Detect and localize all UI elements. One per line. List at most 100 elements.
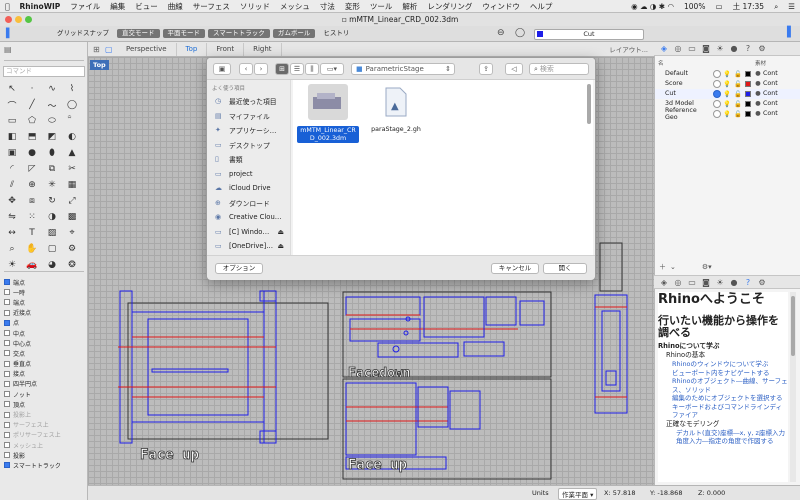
menu-render[interactable]: レンダリング <box>422 0 477 13</box>
lock-icon[interactable]: 🔓 <box>733 110 743 118</box>
layer-material-icon[interactable]: ● <box>753 110 763 117</box>
materials-tab-icon[interactable]: ● <box>727 44 741 53</box>
toggle-planar[interactable]: 平面モード <box>162 29 205 38</box>
osnap-item[interactable]: スマートトラック <box>4 460 86 470</box>
apple-icon[interactable]:  <box>0 0 15 13</box>
help-tab-icon[interactable]: ? <box>741 44 755 53</box>
menu-surface[interactable]: サーフェス <box>188 0 235 13</box>
visibility-bulb-icon[interactable]: 💡 <box>721 90 733 98</box>
lock-icon[interactable]: 🔓 <box>733 70 743 78</box>
arc-tool-icon[interactable]: ⌒ <box>4 98 20 112</box>
layout-link[interactable]: レイアウト... <box>609 44 654 54</box>
osnap-checkbox[interactable] <box>4 391 10 398</box>
layer-color-swatch[interactable] <box>745 90 751 97</box>
search-field[interactable]: ⌕ 検索 <box>529 63 589 75</box>
current-layer-radio[interactable] <box>713 109 721 118</box>
move-tool-icon[interactable]: ✥ <box>4 194 20 208</box>
view-tool-icon[interactable]: ▢ <box>44 242 60 256</box>
offset-tool-icon[interactable]: ⧉ <box>44 162 60 176</box>
layers-tab-icon[interactable]: ◈ <box>657 278 671 287</box>
viewport-grid-icon[interactable]: ⊞ <box>93 45 105 54</box>
properties-tool-icon[interactable]: ⚙ <box>64 242 80 256</box>
osnap-checkbox[interactable] <box>4 401 10 408</box>
tab-top[interactable]: Top <box>177 42 208 56</box>
material-tool-icon[interactable]: ◕ <box>44 258 60 272</box>
curve-tool-icon[interactable]: ∿ <box>44 82 60 96</box>
sidebar-item-desktop[interactable]: ▭ デスクトップ <box>207 138 290 153</box>
forward-button[interactable]: › <box>254 63 268 75</box>
properties-tab-icon[interactable]: ◎ <box>671 44 685 53</box>
layer-material-icon[interactable]: ● <box>753 90 763 97</box>
battery-icon[interactable]: ▭ <box>710 0 727 13</box>
layer-color-swatch[interactable] <box>745 70 751 77</box>
osnap-checkbox[interactable] <box>4 340 10 347</box>
osnap-checkbox[interactable] <box>4 299 10 306</box>
rectangle-tool-icon[interactable]: ▭ <box>4 114 20 128</box>
tab-front[interactable]: Front <box>207 42 245 56</box>
layer-material-icon[interactable]: ● <box>753 100 763 107</box>
explode-tool-icon[interactable]: ✳ <box>44 178 60 192</box>
help-link[interactable]: キーボードおよびコマンドラインディファイア <box>658 403 788 420</box>
osnap-checkbox[interactable] <box>4 431 10 438</box>
layer-menu-chevron[interactable]: ⌄ <box>670 263 676 271</box>
osnap-item[interactable]: 中点 <box>4 328 86 338</box>
lock-icon[interactable]: 🔓 <box>733 100 743 108</box>
render-tool-icon[interactable]: ☀ <box>4 258 20 272</box>
sidebar-item-icloud[interactable]: ☁ iCloud Drive <box>207 181 290 196</box>
loft-tool-icon[interactable]: ◩ <box>44 130 60 144</box>
help-scrollbar-thumb[interactable] <box>791 296 795 356</box>
menu-tools[interactable]: ツール <box>365 0 398 13</box>
freeform-tool-icon[interactable]: 〜 <box>44 98 60 112</box>
right-panel-toggle-icon[interactable]: ▐ <box>783 27 791 38</box>
polyline-tool-icon[interactable]: ⌇ <box>64 82 80 96</box>
sidebar-item-downloads[interactable]: ⊕ ダウンロード <box>207 196 290 211</box>
cylinder-tool-icon[interactable]: ⬮ <box>44 146 60 160</box>
revolve-tool-icon[interactable]: ◐ <box>64 130 80 144</box>
visibility-bulb-icon[interactable]: 💡 <box>721 80 733 88</box>
record-icon[interactable]: ⊖ <box>497 28 505 38</box>
menu-list-icon[interactable]: ☰ <box>783 0 800 13</box>
osnap-checkbox[interactable] <box>4 279 10 286</box>
fillet-tool-icon[interactable]: ◜ <box>4 162 20 176</box>
osnap-item[interactable]: 端点 <box>4 277 86 287</box>
tag-button[interactable]: ◁ <box>505 63 523 75</box>
settings-tab-icon[interactable]: ⚙ <box>755 278 769 287</box>
osnap-item[interactable]: 垂直点 <box>4 359 86 369</box>
sidebar-toggle-icon[interactable]: ▌ <box>6 29 13 39</box>
rotate-tool-icon[interactable]: ↻ <box>44 194 60 208</box>
osnap-checkbox[interactable] <box>4 309 10 316</box>
osnap-item[interactable]: 接点 <box>4 369 86 379</box>
osnap-item[interactable]: 一時 <box>4 287 86 297</box>
help-tab-icon[interactable]: ? <box>741 278 755 287</box>
menu-window[interactable]: ウィンドウ <box>477 0 525 13</box>
current-layer-radio[interactable] <box>713 79 721 88</box>
sidebar-item-myfiles[interactable]: ▤ マイファイル <box>207 109 290 124</box>
cancel-button[interactable]: キャンセル <box>491 263 539 274</box>
ellipse-tool-icon[interactable]: ⬭ <box>44 114 60 128</box>
osnap-item[interactable]: サーフェス上 <box>4 420 86 430</box>
osnap-checkbox[interactable] <box>4 442 10 449</box>
select-tool-icon[interactable]: ↖ <box>4 82 20 96</box>
camera-tab-icon[interactable]: ◙ <box>699 278 713 287</box>
surface-tool-icon[interactable]: ◧ <box>4 130 20 144</box>
lights-tab-icon[interactable]: ☀ <box>713 44 727 53</box>
toggle-ortho[interactable]: 直交モード <box>117 29 160 38</box>
layer-color-swatch[interactable] <box>745 100 751 107</box>
visibility-bulb-icon[interactable]: 💡 <box>721 70 733 78</box>
minimize-window-icon[interactable] <box>15 16 22 23</box>
toggle-gumball[interactable]: ガムボール <box>272 29 316 38</box>
menu-analyze[interactable]: 解析 <box>397 0 422 13</box>
options-button[interactable]: オプション <box>215 263 263 274</box>
share-button[interactable]: ⇪ <box>479 63 493 75</box>
add-layer-icon[interactable]: ＋ <box>659 262 666 272</box>
mesh-tool-icon[interactable]: ▩ <box>64 210 80 224</box>
sidebar-item-creative-cloud[interactable]: ◉ Creative Clou… <box>207 210 290 225</box>
help-link[interactable]: 角度入力―指定の角度で作図する <box>658 437 788 446</box>
analyze-tool-icon[interactable]: ⌖ <box>64 226 80 240</box>
osnap-item[interactable]: メッシュ上 <box>4 440 86 450</box>
osnap-checkbox[interactable] <box>4 360 10 367</box>
osnap-item[interactable]: 投影 <box>4 450 86 460</box>
osnap-item[interactable]: 点 <box>4 318 86 328</box>
menu-app-name[interactable]: RhinoWIP <box>15 0 66 13</box>
osnap-item[interactable]: ノット <box>4 389 86 399</box>
